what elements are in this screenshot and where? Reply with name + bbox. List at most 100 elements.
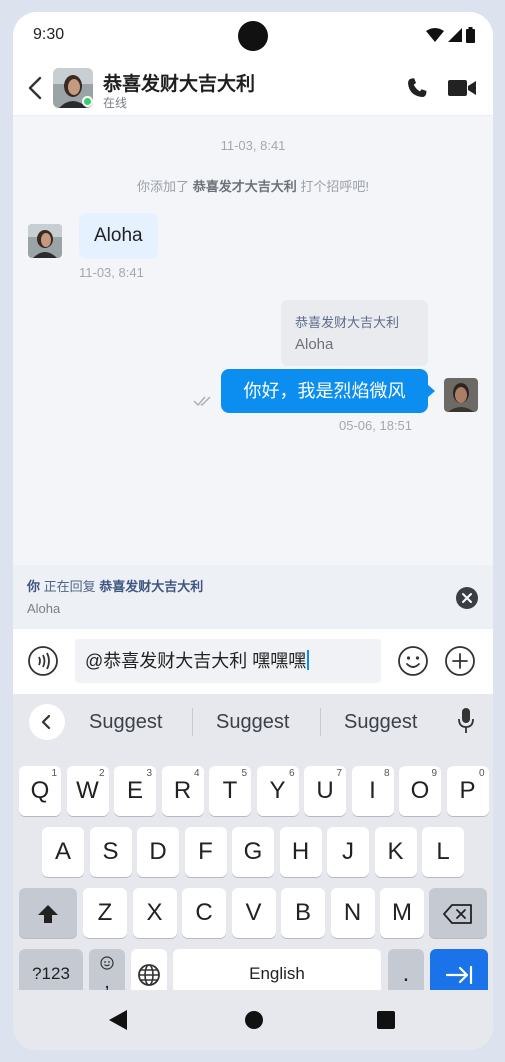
emoji-small-icon [100, 956, 114, 970]
suggestion-1[interactable]: Suggest [89, 711, 162, 734]
backspace-key[interactable] [429, 888, 487, 938]
key-c[interactable]: C [182, 888, 226, 938]
emoji-icon[interactable] [397, 645, 429, 677]
key-o[interactable]: O9 [399, 766, 441, 816]
key-s[interactable]: S [89, 827, 132, 877]
back-arrow-icon[interactable] [23, 74, 47, 102]
key-b[interactable]: B [281, 888, 325, 938]
key-f[interactable]: F [184, 827, 227, 877]
key-w[interactable]: W2 [66, 766, 109, 816]
camera-cutout [238, 21, 268, 51]
outgoing-bubble-tail [427, 384, 435, 398]
incoming-message-bubble[interactable]: Aloha [79, 213, 158, 259]
key-k[interactable]: K [374, 827, 417, 877]
key-v[interactable]: V [231, 888, 276, 938]
suggestion-divider [320, 708, 321, 736]
key-label: U [316, 777, 334, 804]
key-label: C [195, 899, 213, 926]
key-n[interactable]: N [330, 888, 375, 938]
reply-target-name: 恭喜发财大吉大利 [99, 579, 204, 594]
key-y[interactable]: Y6 [256, 766, 299, 816]
suggestion-3[interactable]: Suggest [344, 711, 417, 734]
close-icon [462, 593, 472, 603]
read-check-icon [193, 396, 211, 407]
plus-icon[interactable] [444, 645, 476, 677]
key-d[interactable]: D [137, 827, 179, 877]
key-label: P [459, 777, 476, 804]
key-i[interactable]: I8 [351, 766, 394, 816]
message-input-value: @恭喜发财大吉大利 嘿嘿嘿 [85, 651, 307, 671]
key-label: E [126, 777, 143, 804]
key-label: T [222, 777, 238, 804]
presence-status: 在线 [103, 96, 128, 110]
key-label: N [343, 899, 362, 926]
key-g[interactable]: G [232, 827, 274, 877]
key-z[interactable]: Z [83, 888, 127, 938]
status-bar: 9:30 [13, 12, 493, 60]
nav-recents-icon[interactable] [377, 1011, 395, 1029]
screen: 9:30 恭喜发财大吉大利 在线 11-03, 8:41 你添加了 恭喜发才大吉… [13, 12, 493, 1050]
key-hint: 1 [51, 768, 57, 779]
key-label: I [369, 777, 376, 804]
key-label: O [410, 777, 430, 804]
key-label: V [245, 899, 262, 926]
key-m[interactable]: M [380, 888, 424, 938]
key-label: B [294, 899, 311, 926]
key-r[interactable]: R4 [161, 766, 204, 816]
message-list[interactable]: 11-03, 8:41 你添加了 恭喜发才大吉大利 打个招呼吧! Aloha 1… [13, 116, 493, 565]
key-label: Q [30, 777, 50, 804]
key-x[interactable]: X [132, 888, 177, 938]
suggestion-strip: Suggest Suggest Suggest [13, 694, 493, 750]
key-u[interactable]: U7 [304, 766, 346, 816]
key-hint: 2 [98, 768, 105, 779]
close-reply-button[interactable] [456, 587, 478, 609]
key-e[interactable]: E3 [114, 766, 156, 816]
online-indicator [82, 96, 93, 107]
composer: @恭喜发财大吉大利 嘿嘿嘿 [13, 628, 493, 694]
reply-you: 你 [27, 579, 41, 594]
video-camera-icon[interactable] [447, 77, 477, 99]
key-label: A [54, 838, 71, 865]
shift-key[interactable] [19, 888, 77, 938]
reply-action: 正在回复 [43, 579, 96, 594]
system-icons [426, 27, 475, 43]
wifi-icon [426, 28, 444, 42]
system-note: 你添加了 恭喜发才大吉大利 打个招呼吧! [13, 176, 493, 195]
key-hint: 4 [193, 768, 200, 779]
outgoing-message-bubble[interactable]: 你好，我是烈焰微风 [221, 369, 428, 413]
key-label: S [102, 838, 119, 865]
phone-icon[interactable] [405, 76, 429, 100]
voice-icon[interactable] [27, 645, 59, 677]
key-hint: 9 [431, 768, 437, 779]
message-input[interactable]: @恭喜发财大吉大利 嘿嘿嘿 [75, 639, 381, 683]
reply-preview: 你 正在回复 恭喜发财大吉大利 Aloha [13, 565, 493, 628]
key-h[interactable]: H [279, 827, 322, 877]
suggestion-divider [192, 708, 193, 736]
key-p[interactable]: P0 [446, 766, 489, 816]
system-note-name: 恭喜发才大吉大利 [192, 179, 297, 194]
key-label: R [173, 777, 192, 804]
key-q[interactable]: Q1 [19, 766, 61, 816]
globe-icon [138, 963, 160, 986]
key-t[interactable]: T5 [209, 766, 251, 816]
key-label: J [342, 838, 354, 865]
incoming-avatar[interactable] [28, 224, 62, 258]
mic-icon[interactable] [456, 707, 476, 735]
reply-header: 你 正在回复 恭喜发财大吉大利 [27, 576, 203, 595]
key-j[interactable]: J [327, 827, 369, 877]
key-a[interactable]: A [42, 827, 84, 877]
suggestion-2[interactable]: Suggest [216, 711, 289, 734]
enter-icon [445, 965, 473, 984]
quoted-message[interactable]: 恭喜发财大吉大利 Aloha [281, 300, 428, 366]
key-l[interactable]: L [422, 827, 464, 877]
key-label: X [146, 899, 163, 926]
outgoing-avatar[interactable] [444, 378, 478, 412]
incoming-timestamp: 11-03, 8:41 [79, 265, 144, 280]
key-label: M [392, 899, 412, 926]
suggestion-back-button[interactable] [29, 704, 65, 740]
outgoing-timestamp: 05-06, 18:51 [339, 418, 413, 433]
nav-back-icon[interactable] [109, 1010, 127, 1030]
key-label: K [387, 838, 404, 865]
nav-home-icon[interactable] [245, 1011, 263, 1029]
chevron-left-icon [41, 714, 51, 730]
